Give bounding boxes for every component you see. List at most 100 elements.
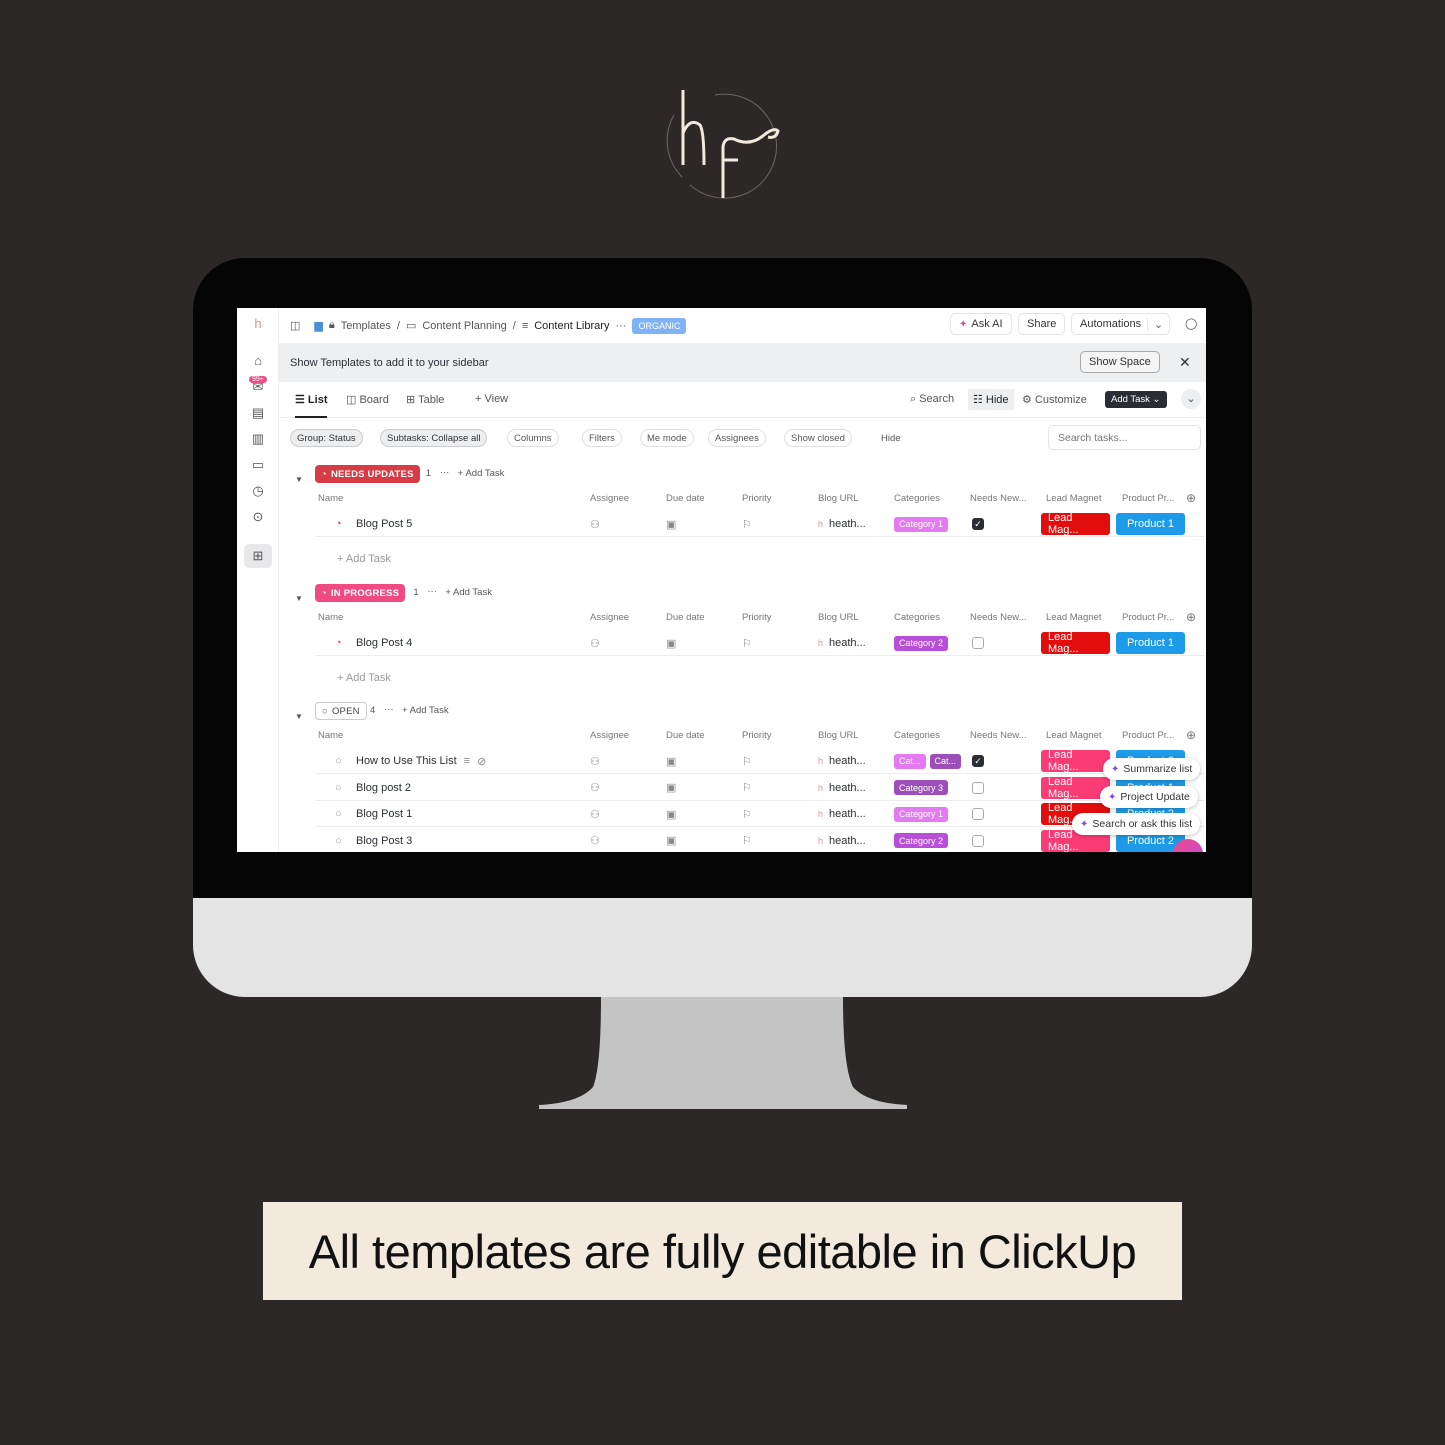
add-task-row[interactable]: + Add Task: [337, 553, 391, 565]
assignee-add-icon[interactable]: ⚇: [590, 775, 600, 801]
tab-board[interactable]: ◫ Board: [346, 393, 389, 406]
column-header[interactable]: Categories: [894, 612, 940, 623]
columns-chip[interactable]: Columns: [507, 429, 559, 447]
assignee-add-icon[interactable]: ⚇: [590, 748, 600, 774]
sidebar-toggle-icon[interactable]: ◫: [290, 319, 300, 332]
table-row[interactable]: ◔ Blog Post 4 ⚇ ▣ ⚐ h heath... Category 2 Lead M…: [315, 630, 1205, 656]
task-name[interactable]: Blog Post 5: [356, 511, 412, 537]
add-column-icon[interactable]: ⊕: [1186, 610, 1196, 624]
priority-flag-icon[interactable]: ⚐: [742, 511, 752, 537]
group-add-task[interactable]: + Add Task: [402, 705, 449, 716]
group-more-icon[interactable]: ···: [440, 467, 450, 478]
group-more-icon[interactable]: ···: [427, 586, 437, 597]
needs-new-cell[interactable]: [972, 630, 984, 656]
status-icon[interactable]: ○: [335, 775, 342, 801]
add-task-row[interactable]: + Add Task: [337, 672, 391, 684]
search-button[interactable]: ⌕ Search: [910, 393, 954, 406]
needs-new-cell[interactable]: [972, 775, 984, 801]
add-column-icon[interactable]: ⊕: [1186, 728, 1196, 742]
due-date-icon[interactable]: ▣: [666, 511, 676, 537]
more-icon[interactable]: ⊙: [250, 509, 266, 525]
column-header[interactable]: Name: [318, 612, 343, 623]
column-header[interactable]: Assignee: [590, 730, 629, 741]
priority-flag-icon[interactable]: ⚐: [742, 828, 752, 852]
status-icon[interactable]: ◔: [335, 511, 342, 537]
expand-chevron-icon[interactable]: ⌄: [1181, 389, 1201, 409]
needs-new-cell[interactable]: ✓: [972, 748, 984, 774]
assignees-chip[interactable]: Assignees: [708, 429, 766, 447]
share-button[interactable]: Share: [1018, 313, 1066, 335]
add-view-button[interactable]: + View: [475, 393, 508, 405]
checkbox[interactable]: ✓: [972, 518, 984, 530]
priority-flag-icon[interactable]: ⚐: [742, 801, 752, 827]
collapse-caret-icon[interactable]: ▼: [295, 475, 303, 484]
assignee-add-icon[interactable]: ⚇: [590, 630, 600, 656]
ask-ai-button[interactable]: ✦ Ask AI: [950, 313, 1012, 335]
priority-flag-icon[interactable]: ⚐: [742, 748, 752, 774]
task-name[interactable]: Blog Post 4: [356, 630, 412, 656]
checkbox[interactable]: ✓: [972, 755, 984, 767]
timesheet-icon[interactable]: ◷: [250, 483, 266, 499]
categories-cell[interactable]: Category 2: [894, 630, 952, 656]
group-status-chip[interactable]: Group: Status: [290, 429, 363, 447]
home-icon[interactable]: ⌂: [250, 353, 266, 369]
ai-project-update[interactable]: ✦ Project Update: [1100, 786, 1198, 808]
blog-url[interactable]: h heath...: [818, 828, 866, 852]
close-icon[interactable]: ✕: [1179, 354, 1191, 371]
categories-cell[interactable]: Category 3: [894, 775, 952, 801]
blog-url[interactable]: h heath...: [818, 511, 866, 537]
ai-search-list[interactable]: ✦ Search or ask this list: [1072, 813, 1201, 835]
assignee-add-icon[interactable]: ⚇: [590, 828, 600, 852]
column-header[interactable]: Assignee: [590, 493, 629, 504]
column-header[interactable]: Due date: [666, 612, 705, 623]
task-name[interactable]: Blog post 2: [356, 775, 411, 801]
collapse-caret-icon[interactable]: ▼: [295, 712, 303, 721]
column-header[interactable]: Priority: [742, 612, 772, 623]
due-date-icon[interactable]: ▣: [666, 775, 676, 801]
table-row[interactable]: ○ Blog Post 3 ⚇ ▣ ⚐ h heath... Category 2 Lead M…: [315, 828, 1205, 852]
column-header[interactable]: Priority: [742, 493, 772, 504]
column-header[interactable]: Due date: [666, 493, 705, 504]
tab-table[interactable]: ⊞ Table: [406, 393, 444, 406]
subtasks-chip[interactable]: Subtasks: Collapse all: [380, 429, 488, 447]
due-date-icon[interactable]: ▣: [666, 630, 676, 656]
docs-icon[interactable]: ▤: [250, 405, 266, 421]
hide-chip[interactable]: Hide: [875, 429, 907, 447]
search-tasks-input[interactable]: [1048, 425, 1201, 450]
dashboards-icon[interactable]: ▥: [250, 431, 266, 447]
group-add-task[interactable]: + Add Task: [445, 587, 492, 598]
tab-list[interactable]: ☰ List: [295, 393, 328, 418]
due-date-icon[interactable]: ▣: [666, 801, 676, 827]
column-header[interactable]: Assignee: [590, 612, 629, 623]
column-header[interactable]: Needs New...: [970, 730, 1027, 741]
column-header[interactable]: Lead Magnet: [1046, 612, 1101, 623]
categories-cell[interactable]: Category 2: [894, 828, 952, 852]
assignee-add-icon[interactable]: ⚇: [590, 801, 600, 827]
lead-magnet-cell[interactable]: Lead Mag...: [1041, 511, 1110, 537]
column-header[interactable]: Lead Magnet: [1046, 730, 1101, 741]
column-header[interactable]: Name: [318, 730, 343, 741]
due-date-icon[interactable]: ▣: [666, 828, 676, 852]
column-header[interactable]: Priority: [742, 730, 772, 741]
column-header[interactable]: Name: [318, 493, 343, 504]
table-row[interactable]: ○ How to Use This List ≡ ⊘ ⚇ ▣ ⚐ h heath... Cat..…: [315, 748, 1205, 774]
chevron-down-icon[interactable]: ⌄: [1147, 317, 1169, 331]
breadcrumb-templates[interactable]: Templates: [341, 320, 391, 332]
clips-icon[interactable]: ▭: [250, 457, 266, 473]
breadcrumb-content-planning[interactable]: Content Planning: [422, 320, 506, 332]
group-add-task[interactable]: + Add Task: [458, 468, 505, 479]
needs-new-cell[interactable]: ✓: [972, 511, 984, 537]
checkbox[interactable]: [972, 808, 984, 821]
customize-button[interactable]: ⚙ Customize: [1022, 393, 1087, 406]
column-header[interactable]: Product Pr...: [1122, 612, 1174, 623]
collapse-caret-icon[interactable]: ▼: [295, 594, 303, 603]
breadcrumb-content-library[interactable]: Content Library: [534, 320, 609, 332]
blog-url[interactable]: h heath...: [818, 630, 866, 656]
group-more-icon[interactable]: ···: [384, 704, 394, 715]
priority-flag-icon[interactable]: ⚐: [742, 775, 752, 801]
column-header[interactable]: Blog URL: [818, 730, 859, 741]
status-badge[interactable]: ◔ IN PROGRESS: [315, 584, 406, 602]
column-header[interactable]: Categories: [894, 493, 940, 504]
me-mode-chip[interactable]: Me mode: [640, 429, 694, 447]
chat-icon[interactable]: ◯: [1185, 317, 1197, 330]
